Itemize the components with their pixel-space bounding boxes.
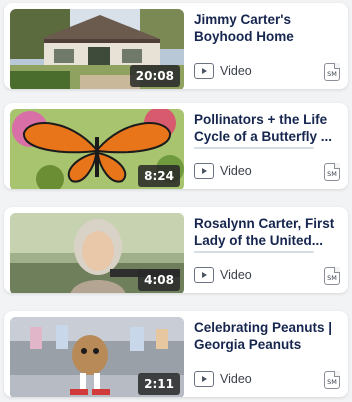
video-title[interactable]: Celebrating Peanuts | Georgia Peanuts — [194, 319, 344, 353]
sm-badge-icon: SM — [324, 371, 340, 389]
play-icon — [194, 267, 214, 283]
video-title[interactable]: Rosalynn Carter, First Lady of the Unite… — [194, 215, 344, 249]
sm-badge-icon: SM — [324, 63, 340, 81]
duration-badge: 2:11 — [138, 373, 180, 395]
title-overflow-line — [194, 147, 314, 149]
title-overflow-line — [194, 251, 314, 253]
video-type-label: Video — [220, 372, 252, 386]
video-type-label: Video — [220, 164, 252, 178]
duration-badge: 4:08 — [138, 269, 180, 291]
sm-badge-icon: SM — [324, 163, 340, 181]
video-type: Video — [194, 371, 252, 387]
video-thumbnail-4[interactable]: 2:11 — [10, 317, 184, 397]
video-type-label: Video — [220, 64, 252, 78]
play-icon — [194, 371, 214, 387]
video-list: 20:08 Jimmy Carter's Boyhood Home Video … — [0, 0, 352, 402]
video-card-3[interactable]: 4:08 Rosalynn Carter, First Lady of the … — [4, 207, 348, 293]
video-type: Video — [194, 63, 252, 79]
video-thumbnail-3[interactable]: 4:08 — [10, 213, 184, 293]
video-title[interactable]: Jimmy Carter's Boyhood Home — [194, 11, 344, 45]
video-card-1[interactable]: 20:08 Jimmy Carter's Boyhood Home Video … — [4, 3, 348, 89]
video-card-2[interactable]: 8:24 Pollinators + the Life Cycle of a B… — [4, 103, 348, 189]
play-icon — [194, 63, 214, 79]
duration-badge: 20:08 — [129, 65, 180, 87]
video-thumbnail-2[interactable]: 8:24 — [10, 109, 184, 189]
video-thumbnail-1[interactable]: 20:08 — [10, 9, 184, 89]
video-type: Video — [194, 163, 252, 179]
video-type-label: Video — [220, 268, 252, 282]
video-type: Video — [194, 267, 252, 283]
duration-badge: 8:24 — [138, 165, 180, 187]
sm-badge-icon: SM — [324, 267, 340, 285]
video-card-4[interactable]: 2:11 Celebrating Peanuts | Georgia Peanu… — [4, 311, 348, 397]
video-title[interactable]: Pollinators + the Life Cycle of a Butter… — [194, 111, 344, 145]
play-icon — [194, 163, 214, 179]
